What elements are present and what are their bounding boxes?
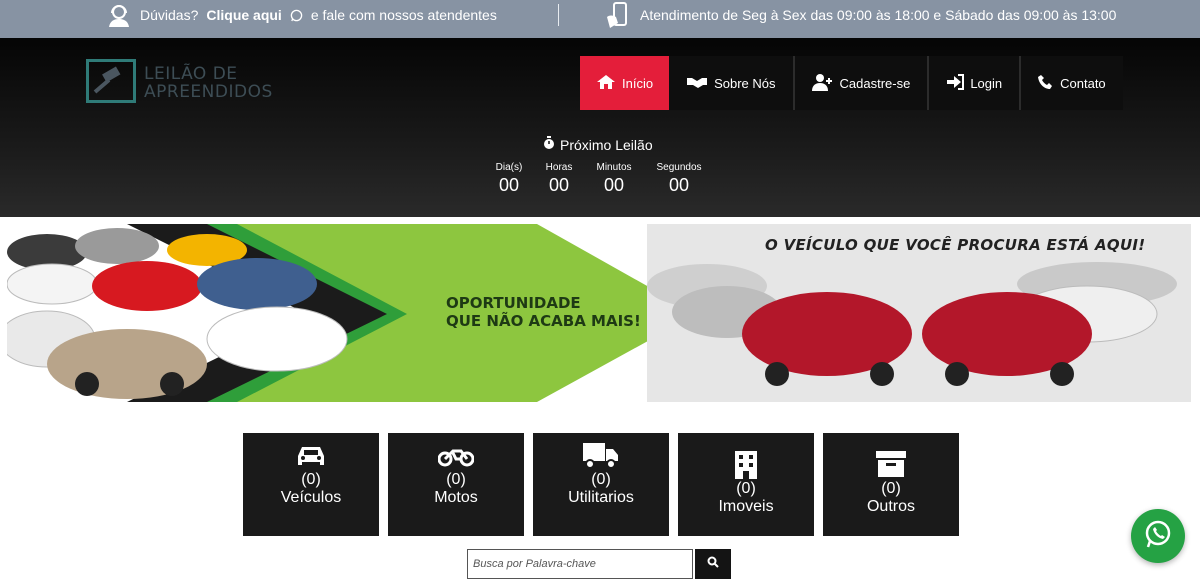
site-header: LEILÃO DE APREENDIDOS Início Sobre Nós C…	[0, 38, 1200, 217]
logo-line-1: LEILÃO DE	[144, 64, 238, 84]
nav-label-contato: Contato	[1060, 75, 1106, 91]
user-plus-icon	[811, 73, 834, 94]
category-utilitarios[interactable]: (0) Utilitarios	[533, 433, 669, 536]
handshake-icon	[686, 75, 708, 92]
home-icon	[596, 74, 616, 93]
category-count: (0)	[736, 480, 756, 497]
help-text: Dúvidas? Clique aqui e fale com nossos a…	[106, 0, 497, 30]
nav-item-cadastre-se[interactable]: Cadastre-se	[795, 56, 930, 110]
business-hours: Atendimento de Seg à Sex das 09:00 às 18…	[604, 0, 1116, 30]
banner-left-text: OPORTUNIDADE QUE NÃO ACABA MAIS!	[446, 294, 641, 330]
countdown-minutes-value: 00	[603, 175, 625, 195]
category-count: (0)	[301, 471, 321, 488]
gavel-icon	[86, 59, 136, 103]
category-outros[interactable]: (0) Outros	[823, 433, 959, 536]
building-icon	[678, 451, 814, 479]
countdown-seconds-value: 00	[668, 175, 690, 195]
nav-label-inicio: Início	[622, 75, 654, 91]
countdown-title: Próximo Leilão	[543, 136, 653, 153]
nav-label-sobre-nos: Sobre Nós	[714, 75, 776, 91]
category-grid: (0) Veículos (0) Motos (0) Utilitarios (…	[243, 433, 959, 536]
whatsapp-icon	[1143, 519, 1173, 554]
help-prefix: Dúvidas?	[140, 7, 199, 23]
category-count: (0)	[591, 471, 611, 488]
countdown-hours: Horas 00	[544, 162, 574, 196]
top-info-bar: Dúvidas? Clique aqui e fale com nossos a…	[0, 0, 1200, 38]
countdown-days-label: Dia(s)	[495, 162, 523, 173]
banner-left-line-1: OPORTUNIDADE	[446, 294, 581, 312]
logo-line-2: APREENDIDOS	[144, 82, 273, 102]
countdown-hours-value: 00	[548, 175, 570, 195]
main-nav: Início Sobre Nós Cadastre-se Login Conta…	[580, 56, 1123, 110]
category-name: Imoveis	[718, 498, 774, 515]
site-logo[interactable]: LEILÃO DE APREENDIDOS	[86, 59, 272, 107]
category-count: (0)	[446, 471, 466, 488]
countdown-hours-label: Horas	[545, 162, 573, 173]
nav-label-login: Login	[970, 75, 1003, 91]
hours-text: Atendimento de Seg à Sex das 09:00 às 18…	[640, 7, 1117, 23]
sign-in-icon	[946, 73, 965, 93]
nav-item-sobre-nos[interactable]: Sobre Nós	[669, 56, 795, 110]
support-agent-icon	[106, 2, 132, 28]
truck-icon	[533, 443, 669, 469]
search-icon	[707, 555, 719, 573]
category-name: Utilitarios	[568, 489, 634, 506]
banner-headline: O VEÍCULO QUE VOCÊ PROCURA ESTÁ AQUI!	[765, 236, 1146, 254]
help-suffix: e fale com nossos atendentes	[310, 7, 497, 23]
countdown-title-text: Próximo Leilão	[560, 136, 653, 153]
category-count: (0)	[881, 480, 901, 497]
help-link[interactable]: Clique aqui	[206, 7, 281, 23]
category-name: Veículos	[280, 489, 342, 506]
category-imoveis[interactable]: (0) Imoveis	[678, 433, 814, 536]
whatsapp-icon[interactable]	[290, 9, 303, 22]
nav-label-cadastre-se: Cadastre-se	[839, 75, 911, 91]
countdown-days-value: 00	[498, 175, 520, 195]
banner-left-line-2: QUE NÃO ACABA MAIS!	[446, 312, 641, 330]
car-icon	[243, 443, 379, 467]
phone-icon	[1038, 74, 1054, 93]
countdown-seconds: Segundos 00	[654, 162, 704, 196]
countdown-minutes-label: Minutos	[596, 162, 632, 173]
nav-item-inicio[interactable]: Início	[580, 56, 670, 110]
countdown-seconds-label: Segundos	[656, 162, 702, 173]
category-motos[interactable]: (0) Motos	[388, 433, 524, 536]
whatsapp-float-button[interactable]	[1131, 509, 1185, 563]
nav-item-contato[interactable]: Contato	[1021, 56, 1123, 110]
stopwatch-icon	[543, 136, 555, 153]
nav-item-login[interactable]: Login	[929, 56, 1022, 110]
search-input[interactable]	[467, 549, 693, 579]
countdown-days: Dia(s) 00	[494, 162, 524, 196]
category-veiculos[interactable]: (0) Veículos	[243, 433, 379, 536]
hero-banner[interactable]: OPORTUNIDADE QUE NÃO ACABA MAIS! O VEÍCU…	[7, 224, 1191, 402]
phone-hand-icon	[604, 1, 630, 29]
topbar-divider	[558, 4, 559, 26]
countdown-minutes: Minutos 00	[594, 162, 634, 196]
motorcycle-icon	[388, 445, 524, 467]
category-name: Outros	[866, 498, 915, 515]
archive-icon	[823, 451, 959, 477]
search-button[interactable]	[695, 549, 731, 579]
category-name: Motos	[434, 489, 478, 506]
